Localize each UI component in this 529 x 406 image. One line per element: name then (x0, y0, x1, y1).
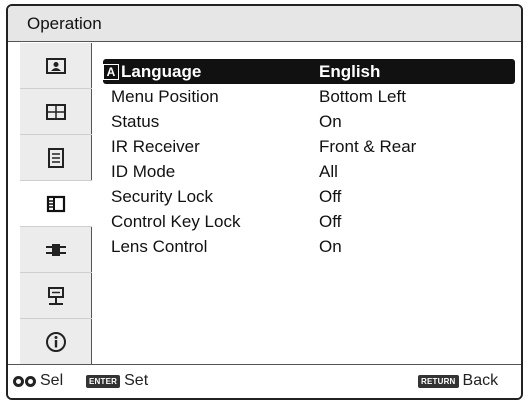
menu-row-value: Bottom Left (319, 87, 406, 106)
footer-help-bar: Sel ENTER Set RETURN Back (8, 364, 521, 398)
menu-row-control-key-lock[interactable]: Control Key Lock Off (103, 209, 515, 234)
picture-icon (46, 57, 66, 74)
return-key-icon: RETURN (418, 374, 459, 388)
sidebar-item-function[interactable] (20, 181, 92, 227)
back-hint-label: Back (462, 372, 499, 389)
menu-row-value: On (319, 237, 342, 256)
enter-key-icon: ENTER (86, 374, 121, 388)
menu-row-language[interactable]: A Language English (103, 59, 515, 84)
sidebar-item-picture[interactable] (20, 43, 92, 89)
menu-row-value: All (319, 162, 338, 181)
up-button-icon (13, 375, 24, 387)
function-icon (46, 195, 66, 212)
select-hint: Sel (13, 372, 63, 390)
language-icon: A (103, 63, 119, 80)
menu-row-label: Language (121, 62, 202, 81)
menu-row-security-lock[interactable]: Security Lock Off (103, 184, 515, 209)
set-hint: ENTER Set (86, 372, 148, 390)
sidebar-item-setup[interactable] (20, 135, 92, 181)
screen-icon (46, 103, 66, 120)
operation-menu-window: Operation A Language English Menu Positi… (6, 4, 523, 400)
connector-icon (46, 243, 66, 256)
back-hint: RETURN Back (418, 372, 498, 390)
sidebar-item-screen[interactable] (20, 89, 92, 135)
menu-row-label: Menu Position (111, 87, 219, 106)
menu-row-label: Security Lock (111, 187, 214, 206)
menu-row-value: Front & Rear (319, 137, 417, 156)
sidebar-item-installation[interactable] (20, 273, 92, 319)
menu-row-value: Off (319, 187, 342, 206)
menu-row-ir-receiver[interactable]: IR Receiver Front & Rear (103, 134, 515, 159)
menu-row-status[interactable]: Status On (103, 109, 515, 134)
menu-row-value: Off (319, 212, 342, 231)
menu-row-label: Control Key Lock (111, 212, 241, 231)
installation-icon (48, 286, 64, 305)
sidebar-item-information[interactable] (20, 319, 92, 365)
down-button-icon (25, 375, 36, 387)
menu-row-label: Status (111, 112, 160, 131)
sidebar-item-connector[interactable] (20, 227, 92, 273)
select-hint-label: Sel (40, 372, 64, 389)
category-sidebar (20, 43, 92, 367)
menu-row-lens-control[interactable]: Lens Control On (103, 234, 515, 259)
page-title: Operation (27, 14, 102, 33)
menu-row-label: ID Mode (111, 162, 176, 181)
information-icon (46, 332, 66, 352)
set-hint-label: Set (124, 372, 149, 389)
menu-row-menu-position[interactable]: Menu Position Bottom Left (103, 84, 515, 109)
menu-row-label: IR Receiver (111, 137, 200, 156)
menu-content: A Language English Menu Position Bottom … (93, 43, 521, 367)
menu-row-id-mode[interactable]: ID Mode All (103, 159, 515, 184)
menu-row-label: Lens Control (111, 237, 208, 256)
menu-row-value: English (319, 62, 381, 81)
menu-row-value: On (319, 112, 342, 131)
title-bar: Operation (8, 6, 521, 42)
setup-list-icon (48, 147, 64, 168)
